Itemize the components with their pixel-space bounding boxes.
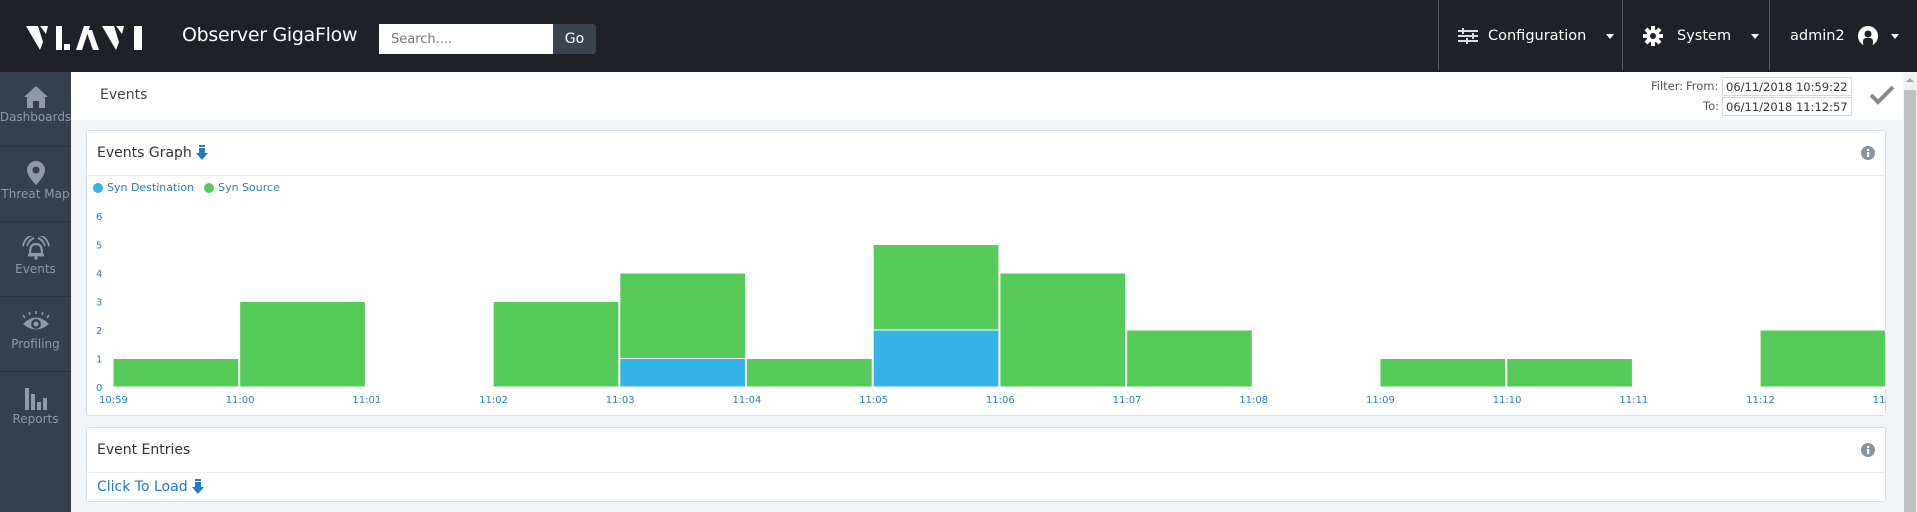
nav-divider [1438, 0, 1439, 70]
filter-to-label: To: [1703, 99, 1719, 113]
sidebar-item-label: Dashboards [0, 110, 72, 124]
bar-syn-destination[interactable] [619, 358, 746, 388]
events-graph-card: Events Graph Syn Destination Syn Source … [86, 130, 1887, 416]
x-tick-label: 11:10 [1493, 395, 1522, 406]
scrollbar-thumb[interactable] [1904, 90, 1916, 512]
configuration-label: Configuration [1488, 28, 1587, 44]
user-menu[interactable]: admin2 [1790, 0, 1899, 72]
filter-from-label: From: [1686, 79, 1719, 93]
click-to-load-label: Click To Load [97, 479, 188, 495]
system-label: System [1677, 28, 1732, 44]
sidebar-item-label: Events [15, 262, 56, 276]
filter-label: Filter: [1651, 79, 1684, 93]
y-tick-label: 3 [96, 298, 102, 309]
eye-icon [21, 311, 50, 330]
x-tick-label: 11:05 [859, 395, 888, 406]
x-tick-label: 11:12 [1746, 395, 1775, 406]
user-avatar-icon [1857, 26, 1878, 46]
y-tick-label: 5 [96, 241, 102, 252]
sidebar-item-events[interactable]: Events [0, 222, 71, 297]
y-tick-label: 1 [96, 355, 102, 366]
x-tick-label: 11:08 [1239, 395, 1268, 406]
x-tick-label: 11:11 [1619, 395, 1648, 406]
x-tick-label: 11:09 [1366, 395, 1395, 406]
username-label: admin2 [1790, 28, 1845, 44]
bar-syn-source[interactable] [239, 301, 366, 388]
app-title: Observer GigaFlow [182, 24, 358, 46]
event-entries-card: Event Entries Click To Load [86, 427, 1886, 502]
page-title: Events [100, 87, 148, 103]
sidebar-item-dashboards[interactable]: Dashboards [0, 72, 71, 147]
sidebar-item-reports[interactable]: Reports [0, 372, 71, 447]
sidebar-item-label: Profiling [11, 337, 60, 351]
bar-syn-source[interactable] [999, 272, 1127, 388]
x-tick-label: 11:04 [733, 395, 762, 406]
bar-syn-source[interactable] [872, 244, 1000, 331]
alarm-bell-icon [21, 236, 50, 260]
y-tick-label: 6 [96, 212, 102, 223]
click-to-load-link[interactable]: Click To Load [97, 479, 204, 495]
bar-syn-source[interactable] [1759, 329, 1887, 388]
event-entries-header: Event Entries [87, 428, 1885, 473]
bar-syn-source[interactable] [1126, 329, 1253, 388]
home-icon [23, 86, 48, 108]
nav-divider [1769, 0, 1770, 70]
sidebar-item-profiling[interactable]: Profiling [0, 297, 71, 372]
y-tick-label: 0 [96, 383, 102, 394]
bar-syn-destination[interactable] [872, 329, 1000, 388]
sliders-icon [1458, 28, 1478, 44]
search-input[interactable] [379, 24, 553, 54]
event-entries-title: Event Entries [97, 442, 191, 458]
x-tick-label: 11:13 [1873, 395, 1887, 406]
bar-syn-source[interactable] [492, 301, 620, 388]
x-tick-label: 11:02 [479, 395, 508, 406]
search-go-button[interactable]: Go [553, 24, 596, 54]
bar-syn-source[interactable] [746, 358, 873, 388]
gear-icon [1643, 26, 1663, 46]
download-arrow-icon [191, 479, 204, 494]
bar-chart-icon [24, 388, 47, 410]
chevron-down-icon [1890, 33, 1899, 39]
sidebar-item-threat-map[interactable]: Threat Map [0, 147, 71, 222]
map-pin-icon [26, 161, 45, 185]
x-tick-label: 11:06 [986, 395, 1015, 406]
filter-from-input[interactable] [1722, 77, 1852, 96]
viavi-logo[interactable] [26, 20, 152, 52]
x-tick-label: 11:00 [226, 395, 255, 406]
system-menu[interactable]: System [1643, 0, 1760, 72]
chevron-down-icon [1606, 33, 1615, 39]
x-tick-label: 11:01 [352, 395, 381, 406]
page-header: Events [71, 72, 1903, 120]
filter-to-input[interactable] [1722, 97, 1852, 116]
sidebar-item-label: Threat Map [1, 187, 70, 201]
bar-syn-source[interactable] [619, 272, 746, 359]
events-chart: 0 1 2 3 4 5 6 10:59 11:00 11:01 11:02 11:03 11:04 11… [96, 212, 1887, 406]
sidebar-item-label: Reports [12, 412, 59, 426]
y-tick-label: 2 [96, 326, 102, 337]
info-icon[interactable] [1861, 443, 1875, 457]
sidebar: Dashboards Threat Map Events Profiling R… [0, 72, 71, 512]
x-tick-label: 10:59 [99, 395, 128, 406]
configuration-menu[interactable]: Configuration [1458, 0, 1615, 72]
bar-syn-source[interactable] [112, 358, 240, 388]
y-tick-label: 4 [96, 269, 102, 280]
scroll-up-arrow-icon[interactable] [1906, 78, 1914, 82]
bar-syn-source[interactable] [1379, 358, 1507, 388]
chevron-down-icon [1751, 33, 1760, 39]
x-tick-label: 11:03 [606, 395, 635, 406]
x-tick-label: 11:07 [1113, 395, 1142, 406]
page-scrollbar[interactable] [1903, 72, 1917, 512]
bar-syn-source[interactable] [1506, 358, 1633, 388]
nav-divider [1622, 0, 1623, 70]
apply-filter-check-icon[interactable] [1869, 85, 1895, 105]
top-navbar: Observer GigaFlow Go Configuration Sys [0, 0, 1917, 72]
